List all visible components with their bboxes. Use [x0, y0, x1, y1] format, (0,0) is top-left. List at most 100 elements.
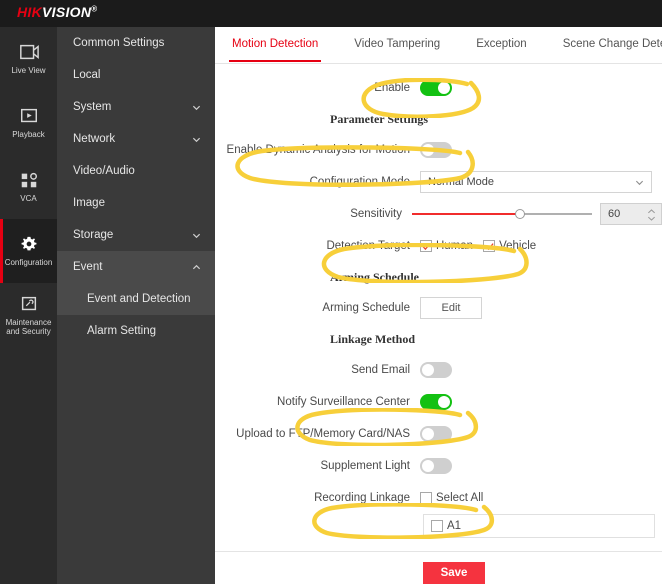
sidebar-item-event-and-detection[interactable]: Event and Detection — [57, 283, 215, 315]
sidebar-item-system[interactable]: System — [57, 91, 215, 123]
sidebar-label-alarm-setting: Alarm Setting — [87, 325, 156, 337]
sidebar-label-event-and-detection: Event and Detection — [87, 293, 191, 305]
hikvision-camera-config-page: HIKVISION® Live View Playback VCA — [0, 0, 662, 584]
rail-item-live-view[interactable]: Live View — [0, 27, 57, 91]
label-upload-ftp: Upload to FTP/Memory Card/NAS — [215, 428, 420, 440]
chevron-down-icon — [192, 135, 201, 144]
rail-label-live-view: Live View — [9, 66, 47, 75]
row-notify-surveillance-center: Notify Surveillance Center — [215, 386, 662, 418]
checkbox-box — [431, 520, 443, 532]
sidebar-item-network[interactable]: Network — [57, 123, 215, 155]
vca-icon — [18, 170, 40, 190]
sidebar-item-alarm-setting[interactable]: Alarm Setting — [57, 315, 215, 347]
tab-video-tampering[interactable]: Video Tampering — [354, 38, 440, 62]
sidebar-item-storage[interactable]: Storage — [57, 219, 215, 251]
checkbox-select-all[interactable]: Select All — [420, 492, 483, 504]
sidebar-label-local: Local — [73, 69, 101, 81]
toggle-knob — [422, 144, 434, 156]
sidebar-item-event[interactable]: Event — [57, 251, 215, 283]
rail-item-vca[interactable]: VCA — [0, 155, 57, 219]
label-arming-schedule: Arming Schedule — [215, 302, 420, 314]
dynamic-analysis-toggle[interactable] — [420, 142, 452, 158]
label-dynamic-analysis: Enable Dynamic Analysis for Motion — [215, 144, 420, 156]
sidebar-item-video-audio[interactable]: Video/Audio — [57, 155, 215, 187]
supplement-light-toggle[interactable] — [420, 458, 452, 474]
enable-toggle[interactable] — [420, 80, 452, 96]
slider-handle[interactable] — [515, 209, 525, 219]
rail-item-maintenance-and-security[interactable]: Maintenance and Security — [0, 283, 57, 347]
sidebar-label-event: Event — [73, 261, 102, 273]
row-configuration-mode: Configuration Mode Normal Mode — [215, 166, 662, 198]
stepper-arrows[interactable] — [647, 206, 656, 224]
playback-icon — [18, 106, 40, 126]
checkbox-human[interactable]: Human — [420, 240, 473, 252]
label-sensitivity: Sensitivity — [215, 208, 412, 220]
row-detection-target: Detection Target Human — [215, 230, 662, 262]
tab-label-exception: Exception — [476, 38, 527, 50]
sidebar-item-local[interactable]: Local — [57, 59, 215, 91]
chevron-down-icon — [192, 103, 201, 112]
row-recording-linkage: Recording Linkage Select All — [215, 482, 662, 514]
toggle-knob — [422, 460, 434, 472]
sensitivity-control: 60 — [412, 203, 662, 225]
label-send-email: Send Email — [215, 364, 420, 376]
arming-schedule-edit-button[interactable]: Edit — [420, 297, 482, 319]
checkbox-label-select-all: Select All — [436, 492, 483, 504]
recording-channel-list: A1 — [215, 514, 662, 540]
checkbox-vehicle[interactable]: Vehicle — [483, 240, 536, 252]
logo-registered-mark: ® — [91, 4, 97, 13]
edit-button-label: Edit — [442, 302, 461, 314]
upload-ftp-toggle[interactable] — [420, 426, 452, 442]
toggle-knob — [438, 396, 450, 408]
tab-motion-detection[interactable]: Motion Detection — [232, 38, 318, 62]
tab-label-video-tampering: Video Tampering — [354, 38, 440, 50]
configuration-mode-select[interactable]: Normal Mode — [420, 171, 652, 193]
checkbox-box — [420, 492, 432, 504]
row-enable: Enable — [215, 72, 662, 104]
rail-item-configuration[interactable]: Configuration — [0, 219, 57, 283]
rail-label-playback: Playback — [10, 130, 46, 139]
sidebar-nav: Common Settings Local System Network Vid… — [57, 27, 215, 584]
sidebar-item-image[interactable]: Image — [57, 187, 215, 219]
notify-surveillance-center-toggle[interactable] — [420, 394, 452, 410]
sensitivity-slider[interactable] — [412, 206, 592, 222]
sidebar-label-common-settings: Common Settings — [73, 37, 164, 49]
sensitivity-stepper[interactable]: 60 — [600, 203, 662, 225]
rail-label-configuration: Configuration — [3, 258, 55, 267]
row-supplement-light: Supplement Light — [215, 450, 662, 482]
check-icon — [422, 242, 431, 251]
hikvision-logo: HIKVISION® — [17, 4, 97, 20]
rail-item-playback[interactable]: Playback — [0, 91, 57, 155]
detection-target-group: Human Vehicle — [420, 240, 546, 252]
chevron-down-icon — [192, 231, 201, 240]
label-detection-target: Detection Target — [215, 240, 420, 252]
save-button[interactable]: Save — [423, 562, 485, 584]
tab-exception[interactable]: Exception — [476, 38, 527, 62]
chevron-down-icon[interactable] — [647, 215, 656, 222]
sidebar-label-storage: Storage — [73, 229, 113, 241]
section-header-linkage-method: Linkage Method — [215, 324, 662, 354]
row-arming-schedule: Arming Schedule Edit — [215, 292, 662, 324]
tab-scene-change-detection[interactable]: Scene Change Detection — [563, 38, 662, 62]
icon-rail: Live View Playback VCA Configuratio — [0, 27, 57, 584]
chevron-down-icon — [635, 178, 644, 187]
section-header-parameter-settings: Parameter Settings — [215, 104, 662, 134]
checkbox-box — [483, 240, 495, 252]
send-email-toggle[interactable] — [420, 362, 452, 378]
footer-divider — [215, 551, 662, 552]
tab-label-scene-change-detection: Scene Change Detection — [563, 38, 662, 50]
label-notify-surveillance-center: Notify Surveillance Center — [215, 396, 420, 408]
top-bar: HIKVISION® — [0, 0, 662, 27]
checkbox-channel-a1[interactable]: A1 — [431, 520, 461, 532]
row-send-email: Send Email — [215, 354, 662, 386]
chevron-up-icon[interactable] — [647, 208, 656, 215]
tab-bar: Motion Detection Video Tampering Excepti… — [215, 27, 662, 64]
label-supplement-light: Supplement Light — [215, 460, 420, 472]
motion-detection-form: Enable Parameter Settings Enable Dynamic… — [215, 64, 662, 540]
sidebar-label-video-audio: Video/Audio — [73, 165, 135, 177]
rail-label-vca: VCA — [18, 194, 38, 203]
sidebar-label-image: Image — [73, 197, 105, 209]
configuration-mode-value: Normal Mode — [428, 176, 635, 188]
checkbox-label-a1: A1 — [447, 520, 461, 532]
sidebar-item-common-settings[interactable]: Common Settings — [57, 27, 215, 59]
